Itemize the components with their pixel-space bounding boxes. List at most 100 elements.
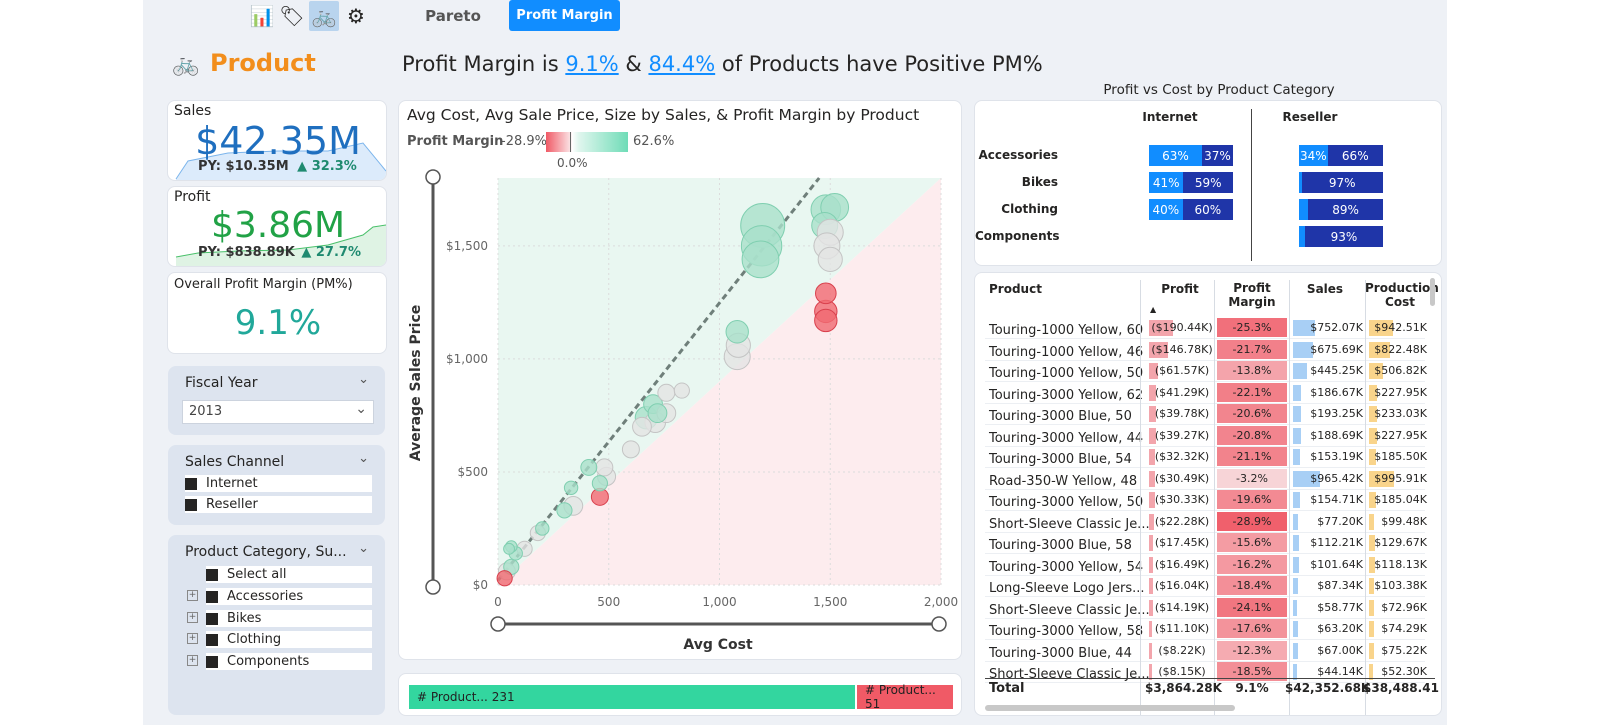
- scatter-plot[interactable]: 0 500 1,000 1,500 2,000 $0 $500 $1,000 $1,500 Avg…: [398, 100, 962, 660]
- sales-channel-slicer[interactable]: Sales Channel ⌄ Internet Reseller: [168, 445, 385, 525]
- checkbox-icon[interactable]: [185, 498, 197, 511]
- category-card[interactable]: Internet Reseller Accessories 63% 37% 34% 66…: [974, 100, 1442, 266]
- expand-icon[interactable]: +: [187, 633, 198, 644]
- tag-icon[interactable]: 🏷: [277, 1, 307, 31]
- cost-segment[interactable]: 93%: [1304, 226, 1383, 247]
- data-point[interactable]: [535, 521, 550, 536]
- chevron-down-icon[interactable]: ⌄: [358, 372, 369, 387]
- tab-profit-margin[interactable]: Profit Margin: [509, 0, 620, 31]
- chevron-down-icon[interactable]: ⌄: [358, 541, 369, 556]
- column-header-sales[interactable]: Sales: [1290, 282, 1360, 296]
- bicycle-icon[interactable]: 🚲: [309, 1, 339, 31]
- fiscal-year-slicer[interactable]: Fiscal Year ⌄ 2013 ⌄: [168, 366, 385, 435]
- profit-segment[interactable]: [1299, 199, 1309, 220]
- checkbox-icon[interactable]: [206, 655, 218, 668]
- product-table[interactable]: Product Profit ▲ Profit Margin Sales Pro…: [974, 272, 1442, 716]
- internet-bar[interactable]: 41% 59%: [1149, 172, 1233, 193]
- network-icon[interactable]: ⚙: [341, 1, 371, 31]
- data-point[interactable]: [657, 383, 676, 402]
- x-slider-handle-left[interactable]: [490, 616, 506, 632]
- page-title: Product: [210, 49, 316, 77]
- sales-cell: $752.07K: [1291, 318, 1363, 337]
- cost-segment[interactable]: 66%: [1327, 145, 1383, 166]
- data-point[interactable]: [591, 475, 608, 492]
- horizontal-scrollbar[interactable]: [985, 705, 1235, 711]
- profit-segment[interactable]: 34%: [1299, 145, 1328, 166]
- reseller-bar[interactable]: 34% 66%: [1299, 145, 1383, 166]
- cost-segment[interactable]: 59%: [1183, 172, 1233, 193]
- data-point[interactable]: [741, 240, 780, 279]
- vertical-scrollbar[interactable]: [1430, 278, 1435, 306]
- checkbox-icon[interactable]: [206, 590, 218, 603]
- checkbox-icon[interactable]: [206, 612, 218, 625]
- data-point[interactable]: [673, 382, 690, 399]
- data-point[interactable]: [556, 502, 573, 519]
- category-option-components[interactable]: Components: [206, 653, 372, 670]
- headline-suffix: of Products have Positive PM%: [721, 52, 1043, 76]
- cost-segment[interactable]: 60%: [1182, 199, 1233, 220]
- sales-card[interactable]: Sales $42.35M PY: $10.35M ▲ 32.3%: [167, 100, 387, 181]
- data-point[interactable]: [647, 403, 668, 424]
- profit-segment[interactable]: 40%: [1149, 199, 1183, 220]
- tab-pareto[interactable]: Pareto: [408, 0, 498, 31]
- sales-value: $186.67K: [1310, 385, 1363, 399]
- column-header-profit-margin[interactable]: Profit Margin: [1217, 281, 1287, 309]
- reseller-bar[interactable]: 89%: [1299, 199, 1383, 220]
- expand-icon[interactable]: +: [187, 590, 198, 601]
- y-slider-handle-top[interactable]: [425, 169, 441, 185]
- reseller-bar[interactable]: 97%: [1299, 172, 1383, 193]
- cost-segment[interactable]: 97%: [1301, 172, 1383, 193]
- expand-icon[interactable]: +: [187, 655, 198, 666]
- column-header-product[interactable]: Product: [989, 282, 1042, 296]
- checkbox-icon[interactable]: [206, 633, 218, 646]
- column-header-production-cost[interactable]: Production Cost: [1365, 281, 1439, 309]
- data-point[interactable]: [814, 308, 838, 333]
- profit-card[interactable]: Profit $3.86M PY: $838.89K ▲ 27.7%: [167, 186, 387, 267]
- profit-bar: [1149, 556, 1153, 573]
- production-cost-value: $822.48K: [1374, 342, 1427, 356]
- cost-segment[interactable]: 89%: [1308, 199, 1383, 220]
- category-option-clothing[interactable]: Clothing: [206, 631, 372, 648]
- data-point[interactable]: [817, 246, 843, 272]
- sales-cell: $188.69K: [1291, 426, 1363, 445]
- documents-icon[interactable]: 📊: [247, 1, 277, 31]
- headline-pm-link[interactable]: 9.1%: [565, 52, 618, 76]
- product-category-slicer[interactable]: Product Category, Su... ⌄ Select all + A…: [168, 535, 385, 715]
- internet-bar[interactable]: 40% 60%: [1149, 199, 1233, 220]
- chevron-down-icon[interactable]: ⌄: [358, 451, 369, 466]
- sales-channel-option-reseller[interactable]: Reseller: [185, 496, 372, 513]
- internet-bar[interactable]: 63% 37%: [1149, 145, 1233, 166]
- profit-segment[interactable]: 41%: [1149, 172, 1184, 193]
- margin-card[interactable]: Overall Profit Margin (PM%) 9.1%: [167, 272, 387, 354]
- category-option-accessories[interactable]: Accessories: [206, 588, 372, 605]
- data-point[interactable]: [503, 542, 516, 555]
- expand-icon[interactable]: +: [187, 612, 198, 623]
- checkbox-icon[interactable]: [185, 477, 197, 490]
- category-option-bikes[interactable]: Bikes: [206, 610, 372, 627]
- data-point[interactable]: [632, 416, 652, 437]
- data-point[interactable]: [496, 570, 513, 587]
- headline-pct-link[interactable]: 84.4%: [648, 52, 715, 76]
- data-point[interactable]: [563, 480, 579, 495]
- option-label: Select all: [227, 567, 287, 582]
- data-point[interactable]: [580, 458, 598, 476]
- y-slider-handle-bottom[interactable]: [425, 579, 441, 595]
- reseller-bar[interactable]: 93%: [1299, 226, 1383, 247]
- cost-segment[interactable]: 37%: [1201, 145, 1233, 166]
- data-point[interactable]: [595, 458, 614, 477]
- negative-product-bar[interactable]: # Product... 51: [857, 683, 953, 711]
- column-header-profit[interactable]: Profit: [1145, 282, 1215, 296]
- select-all-option[interactable]: Select all: [206, 566, 372, 583]
- production-cost-value: $103.38K: [1374, 579, 1427, 592]
- fiscal-year-dropdown[interactable]: 2013 ⌄: [182, 400, 374, 424]
- data-point[interactable]: [621, 440, 640, 459]
- product-count-card[interactable]: # Product... 231 # Product... 51: [398, 673, 962, 716]
- sort-desc-icon[interactable]: ▲: [1150, 305, 1156, 314]
- data-point[interactable]: [725, 320, 749, 344]
- data-point[interactable]: [815, 282, 837, 305]
- sales-channel-option-internet[interactable]: Internet: [185, 475, 372, 492]
- x-slider-handle-right[interactable]: [931, 616, 947, 632]
- checkbox-icon[interactable]: [206, 568, 218, 581]
- positive-product-bar[interactable]: # Product... 231: [409, 685, 855, 709]
- profit-segment[interactable]: 63%: [1149, 145, 1202, 166]
